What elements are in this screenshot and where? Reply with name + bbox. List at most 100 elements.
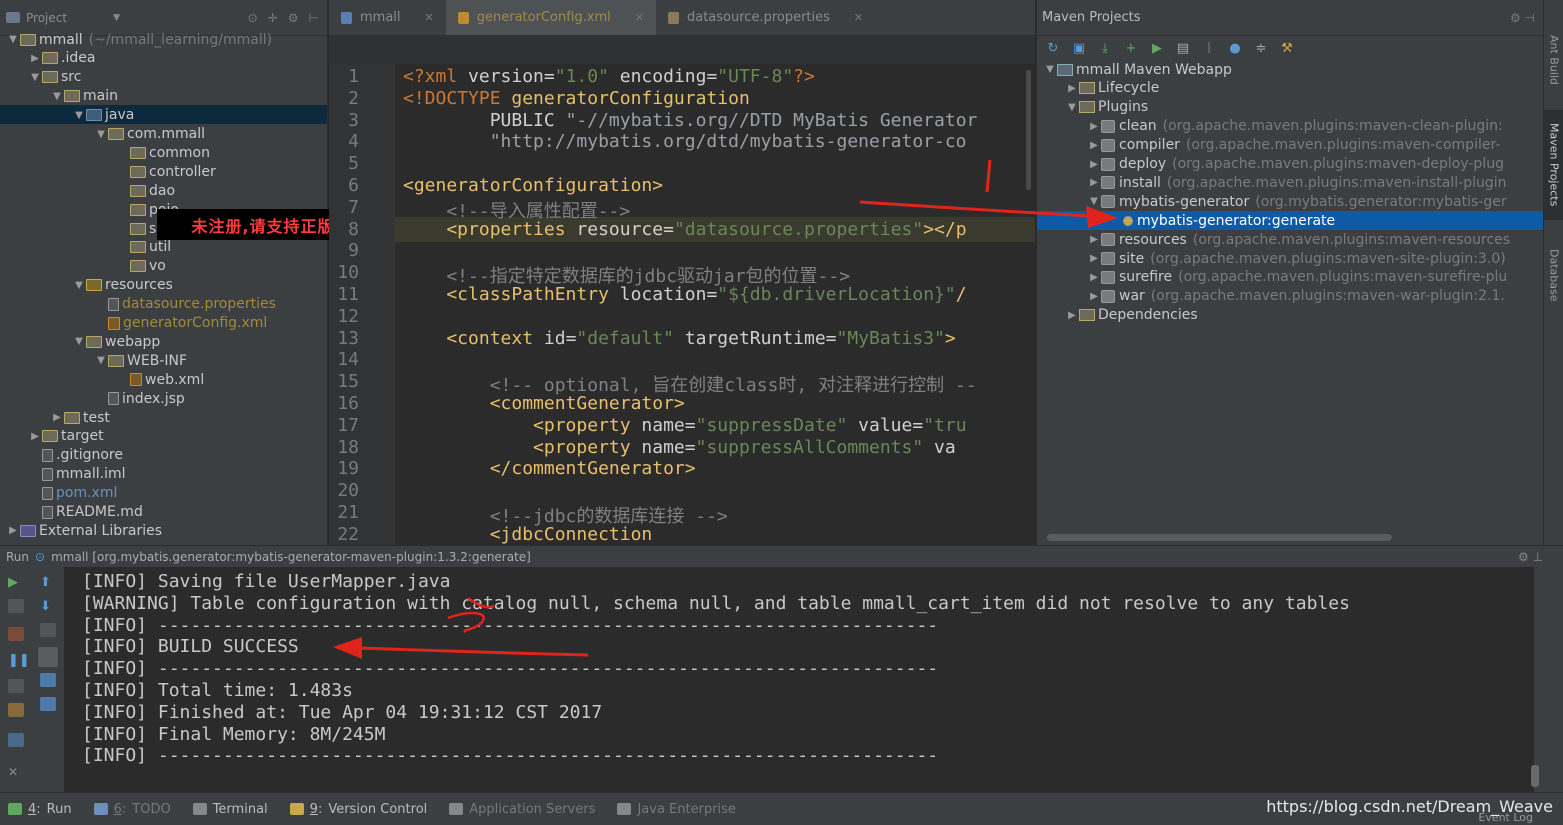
editor-tab[interactable]: generatorConfig.xml ✕ xyxy=(445,0,656,35)
tree-item[interactable]: index.jsp xyxy=(94,389,185,408)
tree-item[interactable]: util xyxy=(116,238,171,257)
chevron-down-icon[interactable]: ▼ xyxy=(72,336,86,347)
scroll-down-icon[interactable]: ⬇ xyxy=(40,599,56,614)
tool-window-button[interactable]: 9: Version Control xyxy=(289,802,427,817)
tool-window-button[interactable]: Terminal xyxy=(192,802,268,817)
close-icon[interactable]: ✕ xyxy=(854,11,863,24)
tree-item[interactable]: ▶ External Libraries xyxy=(6,521,162,540)
layout-icon[interactable] xyxy=(8,733,24,747)
chevron-right-icon[interactable]: ▶ xyxy=(1065,310,1079,321)
trash-icon[interactable] xyxy=(40,697,56,711)
soft-wrap-icon[interactable] xyxy=(40,623,56,637)
tree-item[interactable]: ▼ src xyxy=(28,68,81,87)
clear-all-icon[interactable] xyxy=(40,673,56,687)
chevron-right-icon[interactable]: ▶ xyxy=(1087,159,1101,170)
maven-tree-item[interactable]: ▶ resources (org.apache.maven.plugins:mave… xyxy=(1087,230,1510,249)
close-icon[interactable]: ✕ xyxy=(635,11,644,24)
tree-item[interactable]: common xyxy=(116,143,210,162)
tree-item[interactable]: ▼ resources xyxy=(72,276,173,295)
run-config-name[interactable]: mmall [org.mybatis.generator:mybatis-gen… xyxy=(51,550,531,564)
editor-tab[interactable]: datasource.properties ✕ xyxy=(656,0,875,35)
gear-icon[interactable]: ⚙ ⊥ xyxy=(1518,550,1563,564)
collapse-icon[interactable]: ≑ xyxy=(1253,40,1269,56)
chevron-down-icon[interactable]: ▼ xyxy=(94,355,108,366)
tool-window-button[interactable]: Application Servers xyxy=(449,802,595,817)
dump-threads-icon[interactable] xyxy=(8,679,24,693)
tree-item[interactable]: vo xyxy=(116,257,166,276)
chevron-right-icon[interactable]: ▶ xyxy=(1065,83,1079,94)
chevron-down-icon[interactable]: ▼ xyxy=(1043,64,1057,75)
tree-item[interactable]: generatorConfig.xml xyxy=(94,314,267,333)
tree-item[interactable]: README.md xyxy=(28,503,143,522)
tool-window-button[interactable]: 6: TODO xyxy=(93,802,171,817)
sync-icon[interactable]: ⊙ xyxy=(248,11,258,25)
close-icon[interactable]: ✕ xyxy=(425,11,434,24)
chevron-down-icon[interactable]: ▼ xyxy=(28,72,42,83)
skip-tests-icon[interactable]: ● xyxy=(1227,40,1243,56)
maven-tree-item[interactable]: ▼ mybatis-generator (org.mybatis.generator… xyxy=(1087,192,1506,211)
execute-goal-icon[interactable]: ▤ xyxy=(1175,40,1191,56)
maven-tree-item[interactable]: ▶ clean (org.apache.maven.plugins:maven-cl… xyxy=(1087,117,1503,136)
console-scrollbar-thumb[interactable] xyxy=(1531,765,1539,787)
maven-goal-item[interactable]: mybatis-generator:generate xyxy=(1109,211,1335,230)
maven-tree-item[interactable]: ▼ mmall Maven Webapp xyxy=(1043,60,1232,79)
maven-tree-item[interactable]: ▶ compiler (org.apache.maven.plugins:maven… xyxy=(1087,136,1500,155)
rerun-icon[interactable]: ▶ xyxy=(8,575,24,590)
chevron-right-icon[interactable]: ▶ xyxy=(1087,177,1101,188)
exit-icon[interactable] xyxy=(8,703,24,717)
tool-window-button[interactable]: Java Enterprise xyxy=(617,802,736,817)
maven-tree-item[interactable]: ▶ install (org.apache.maven.plugins:maven-… xyxy=(1087,173,1506,192)
side-tab-maven-projects[interactable]: Maven Projects xyxy=(1544,110,1563,220)
tree-item[interactable]: ▶ target xyxy=(28,427,103,446)
tree-item[interactable]: dao xyxy=(116,181,175,200)
chevron-down-icon[interactable]: ▼ xyxy=(72,280,86,291)
chevron-down-icon[interactable]: ▼ xyxy=(1065,102,1079,113)
tree-item[interactable]: mmall.iml xyxy=(28,465,126,484)
tree-item[interactable]: ▼ java xyxy=(72,106,134,125)
chevron-right-icon[interactable]: ▶ xyxy=(1087,121,1101,132)
scroll-up-icon[interactable]: ⬆ xyxy=(40,575,56,590)
maven-tree-item[interactable]: ▼ Plugins xyxy=(1065,98,1148,117)
maven-tree-item[interactable]: ▶ deploy (org.apache.maven.plugins:maven-d… xyxy=(1087,155,1504,174)
tree-item[interactable]: ▼ main xyxy=(50,87,118,106)
chevron-down-icon[interactable]: ▼ xyxy=(1087,196,1101,207)
maven-tree-item[interactable]: ▶ Dependencies xyxy=(1065,306,1198,325)
tree-item[interactable]: ▶ test xyxy=(50,408,110,427)
console-scrollbar[interactable] xyxy=(1534,567,1563,792)
tree-item[interactable]: web.xml xyxy=(116,370,204,389)
stop-icon[interactable] xyxy=(8,599,24,613)
editor-scrollbar[interactable] xyxy=(1026,70,1031,190)
tool-window-button[interactable]: 4: Run xyxy=(8,802,72,817)
gear-icon[interactable]: ⚙ xyxy=(288,11,299,25)
chevron-right-icon[interactable]: ▶ xyxy=(50,412,64,423)
tree-item[interactable]: ▼ WEB-INF xyxy=(94,351,187,370)
print-icon[interactable] xyxy=(38,647,58,667)
collapse-all-icon[interactable]: ✛ xyxy=(268,11,278,25)
hide-panel-icon[interactable]: ⊢ xyxy=(309,11,319,25)
reimport-icon[interactable]: ↻ xyxy=(1045,40,1061,56)
side-tab-database[interactable]: Database xyxy=(1544,240,1563,310)
side-tab-ant-build[interactable]: Ant Build xyxy=(1544,30,1563,90)
tree-item[interactable]: datasource.properties xyxy=(94,295,276,314)
tree-item[interactable]: .gitignore xyxy=(28,446,123,465)
chevron-right-icon[interactable]: ▶ xyxy=(28,431,42,442)
generate-sources-icon[interactable]: ▣ xyxy=(1071,40,1087,56)
maven-scrollbar-thumb[interactable] xyxy=(1047,534,1392,541)
chevron-right-icon[interactable]: ▶ xyxy=(1087,140,1101,151)
chevron-right-icon[interactable]: ▶ xyxy=(1087,234,1101,245)
tree-item[interactable]: pom.xml xyxy=(28,484,117,503)
chevron-right-icon[interactable]: ▶ xyxy=(1087,291,1101,302)
tree-item[interactable]: controller xyxy=(116,162,216,181)
pin-icon[interactable]: ✕ xyxy=(8,765,24,779)
add-icon[interactable]: + xyxy=(1123,40,1139,56)
maven-tree-item[interactable]: ▶ surefire (org.apache.maven.plugins:maven… xyxy=(1087,268,1507,287)
chevron-right-icon[interactable]: ▶ xyxy=(6,525,20,536)
tree-item[interactable]: ▶ .idea xyxy=(28,49,95,68)
chevron-down-icon[interactable]: ▼ xyxy=(50,91,64,102)
run-icon[interactable]: ▶ xyxy=(1149,40,1165,56)
tree-item[interactable]: ▼ com.mmall xyxy=(94,125,205,144)
maven-tree-item[interactable]: ▶ site (org.apache.maven.plugins:maven-sit… xyxy=(1087,249,1506,268)
tree-item[interactable]: ▼ webapp xyxy=(72,332,160,351)
chevron-right-icon[interactable]: ▶ xyxy=(1087,272,1101,283)
tree-item[interactable]: ▼ mmall (~/mmall_learning/mmall) xyxy=(6,30,272,49)
